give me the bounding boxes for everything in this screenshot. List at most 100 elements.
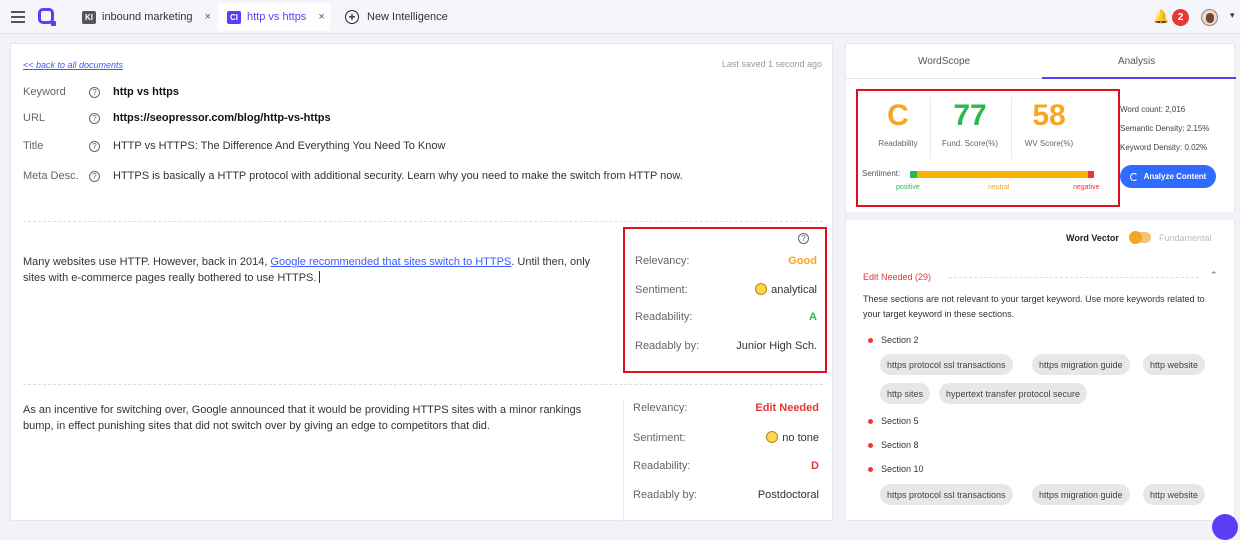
tab-wordscope[interactable]: WordScope (918, 56, 970, 67)
readability-value: A (809, 311, 817, 323)
chevron-down-icon[interactable]: ▾ (1230, 10, 1235, 21)
fundamental-label: Fundamental (1159, 233, 1212, 243)
keyword-value[interactable]: http vs https (113, 86, 179, 98)
relevancy-label: Relevancy: (633, 402, 688, 414)
tab-inbound-marketing[interactable]: KI inbound marketing × (82, 3, 211, 31)
sentiment-value: analytical (771, 284, 817, 296)
readably-by-label: Readably by: (635, 340, 700, 352)
relevancy-value: Good (788, 255, 817, 267)
edit-needed-heading[interactable]: Edit Needed (29) (863, 272, 931, 282)
divider (23, 384, 823, 385)
keyword-chip[interactable]: http website (1143, 354, 1206, 375)
relevancy-value: Edit Needed (755, 402, 819, 414)
score-summary: C Readability 77 Fund. Score(%) 58 WV Sc… (856, 89, 1120, 207)
keyword-chip[interactable]: https protocol ssl transactions (880, 484, 1013, 505)
title-row: Title ? HTTP vs HTTPS: The Difference An… (23, 140, 445, 152)
divider (623, 400, 624, 522)
sentiment-bar (910, 171, 1094, 178)
bell-icon[interactable]: 🔔 (1153, 10, 1169, 23)
hamburger-menu-icon[interactable] (11, 11, 25, 23)
google-recommendation-link[interactable]: Google recommended that sites switch to … (270, 256, 511, 268)
divider (846, 212, 1236, 220)
fund-score: 77 Fund. Score(%) (930, 99, 1010, 148)
keyword-chip[interactable]: hypertext transfer protocol secure (939, 383, 1088, 404)
section-label: Section 8 (881, 440, 919, 450)
sidebar-tabs: WordScope Analysis (846, 44, 1236, 79)
last-saved-status: Last saved 1 second ago (721, 59, 822, 69)
keyword-chip[interactable]: http sites (880, 383, 931, 404)
paragraph-1-metrics: ? Relevancy: Good Sentiment: analytical … (623, 227, 827, 373)
app-logo[interactable] (38, 8, 56, 26)
readably-by-row: Readably by: Junior High Sch. (635, 340, 817, 352)
analysis-sidebar: WordScope Analysis C Readability 77 Fund… (845, 43, 1236, 521)
close-icon[interactable]: × (318, 11, 324, 23)
divider (949, 277, 1199, 278)
relevancy-row: Relevancy: Good (635, 255, 817, 267)
bullet-icon (868, 442, 873, 448)
section-label: Section 10 (881, 464, 924, 474)
url-value[interactable]: https://seopressor.com/blog/http-vs-http… (113, 112, 331, 124)
sentiment-positive-fill (910, 171, 918, 178)
paragraph-text: Many websites use HTTP. However, back in… (23, 256, 268, 268)
close-icon[interactable]: × (205, 11, 211, 23)
readably-by-label: Readably by: (633, 489, 698, 501)
sentiment-label: Sentiment: (633, 431, 686, 444)
help-icon[interactable]: ? (798, 233, 809, 244)
new-intelligence-button[interactable]: + New Intelligence (345, 3, 448, 31)
notification-badge[interactable]: 2 (1172, 9, 1189, 26)
tab-label: New Intelligence (367, 11, 448, 23)
document-panel: << back to all documents Last saved 1 se… (10, 43, 833, 522)
active-tab-indicator (1042, 77, 1236, 79)
analyze-button-label: Analyze Content (1143, 172, 1207, 181)
avatar[interactable] (1201, 9, 1218, 26)
mode-toggle[interactable] (1129, 231, 1151, 244)
wv-score-value: 58 (1032, 99, 1066, 132)
readably-by-value: Postdoctoral (757, 489, 819, 501)
readability-value: D (811, 460, 819, 472)
paragraph-1[interactable]: Many websites use HTTP. However, back in… (23, 254, 608, 286)
title-value[interactable]: HTTP vs HTTPS: The Difference And Everyt… (113, 140, 445, 152)
analyze-content-button[interactable]: Analyze Content (1120, 165, 1216, 188)
readability-label: Readability: (635, 311, 693, 323)
section-item[interactable]: Section 5 (868, 416, 919, 426)
meta-desc-value[interactable]: HTTPS is basically a HTTP protocol with … (113, 170, 683, 182)
chat-support-button[interactable] (1212, 514, 1238, 540)
help-icon[interactable]: ? (89, 140, 100, 152)
paragraph-2-metrics: Relevancy: Edit Needed Sentiment: no ton… (623, 400, 827, 522)
thinking-emoji-icon (755, 283, 768, 295)
section-label: Section 5 (881, 416, 919, 426)
keyword-chip[interactable]: http website (1143, 484, 1206, 505)
section-item[interactable]: Section 10 (868, 464, 924, 474)
title-label: Title (23, 140, 44, 152)
refresh-icon (1129, 172, 1138, 181)
keyword-chip[interactable]: https migration guide (1032, 484, 1130, 505)
chevron-up-icon[interactable]: ⌃ (1210, 270, 1218, 281)
word-vector-label: Word Vector (1066, 233, 1119, 243)
relevancy-label: Relevancy: (635, 255, 690, 267)
help-icon[interactable]: ? (89, 86, 100, 98)
top-bar: KI inbound marketing × CI http vs https … (0, 0, 1240, 34)
fund-score-caption: Fund. Score(%) (941, 139, 999, 148)
tab-analysis[interactable]: Analysis (1118, 56, 1155, 67)
readability-caption: Readability (878, 139, 918, 148)
section-label: Section 2 (881, 335, 919, 345)
help-icon[interactable]: ? (89, 112, 100, 124)
back-link[interactable]: << back to all documents (23, 60, 123, 70)
tab-http-vs-https[interactable]: CI http vs https × (218, 3, 330, 31)
word-count: Word count: 2,016 (1120, 105, 1186, 114)
sentiment-negative-label: negative (1073, 184, 1100, 191)
help-icon[interactable]: ? (89, 170, 100, 182)
paragraph-2[interactable]: As an incentive for switching over, Goog… (23, 402, 608, 434)
sentiment-neutral-label: neutral (988, 184, 1010, 191)
keyword-chip[interactable]: https protocol ssl transactions (880, 354, 1013, 375)
section-item[interactable]: Section 2 (868, 335, 919, 345)
bullet-icon (868, 337, 873, 343)
keyword-density: Keyword Density: 0.02% (1120, 143, 1208, 152)
neutral-emoji-icon (766, 431, 779, 443)
wv-score-caption: WV Score(%) (1024, 139, 1074, 148)
section-item[interactable]: Section 8 (868, 440, 919, 450)
document-icon: KI (82, 10, 96, 24)
bullet-icon (868, 466, 873, 472)
keyword-chip[interactable]: https migration guide (1032, 354, 1130, 375)
readability-score: C Readability (858, 99, 938, 148)
